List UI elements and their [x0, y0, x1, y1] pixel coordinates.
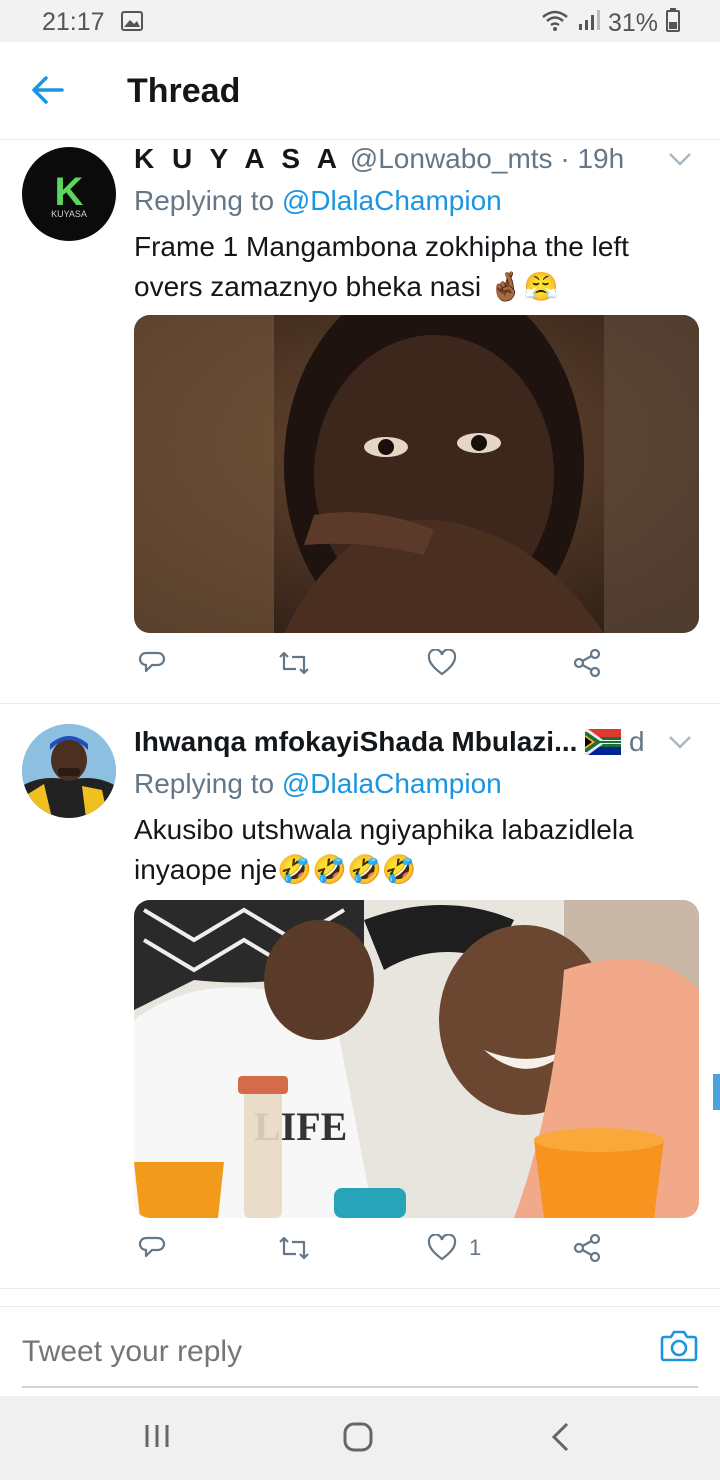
- app-bar: Thread: [0, 42, 720, 140]
- south-africa-flag-icon: [585, 729, 622, 762]
- tweet[interactable]: Ihwanqa mfokayiShada Mbulazi... d Replyi…: [0, 704, 720, 1288]
- reply-button[interactable]: [138, 649, 166, 677]
- gallery-notification-icon: [121, 11, 143, 36]
- wifi-icon: [540, 8, 570, 39]
- tweet-photo[interactable]: [134, 315, 699, 633]
- avatar[interactable]: K KUYASA: [22, 147, 116, 241]
- recent-apps-icon[interactable]: [143, 1422, 171, 1455]
- tweet-divider: [0, 1288, 720, 1289]
- mention-link[interactable]: @DlalaChampion: [282, 185, 502, 216]
- status-bar: 21:17 31%: [0, 0, 720, 42]
- tweet-text-line: overs zamaznyo bheka nasi: [134, 271, 482, 302]
- scrollbar-thumb[interactable]: [713, 1074, 720, 1110]
- avatar-logo-letter: K: [55, 170, 84, 214]
- battery-icon: [666, 8, 680, 39]
- separator-dot: ·: [560, 143, 570, 174]
- heart-icon: [427, 1234, 457, 1261]
- display-name[interactable]: K U Y A S A: [134, 143, 342, 174]
- back-nav-icon[interactable]: [549, 1422, 571, 1457]
- tweet-photo[interactable]: LIFE: [134, 900, 699, 1218]
- replying-to: Replying to @DlalaChampion: [134, 185, 502, 217]
- chevron-down-icon[interactable]: [668, 734, 692, 755]
- tweet-header: K U Y A S A @Lonwabo_mts · 19h: [134, 143, 656, 175]
- status-time: 21:17: [42, 8, 105, 36]
- tweet-age: 19h: [577, 143, 625, 174]
- reply-input[interactable]: [22, 1335, 582, 1369]
- like-button[interactable]: [427, 649, 469, 677]
- mention-link[interactable]: @DlalaChampion: [282, 768, 502, 799]
- camera-icon[interactable]: [660, 1329, 698, 1368]
- avatar[interactable]: [22, 724, 116, 818]
- reply-icon: [138, 651, 166, 673]
- retweet-button[interactable]: [278, 1234, 310, 1262]
- like-button[interactable]: 1: [427, 1234, 481, 1262]
- system-nav-bar: [0, 1396, 720, 1480]
- tweet-text-line: Akusibo utshwala ngiyaphika labazidlela: [134, 814, 634, 845]
- replying-prefix: Replying to: [134, 185, 275, 216]
- reply-input-underline: [22, 1386, 698, 1388]
- retweet-button[interactable]: [278, 649, 310, 677]
- tweet-age: d: [628, 726, 645, 757]
- like-count: 1: [469, 1235, 482, 1260]
- tweet-header: Ihwanqa mfokayiShada Mbulazi... d: [134, 726, 656, 762]
- reply-button[interactable]: [138, 1234, 166, 1262]
- replying-to: Replying to @DlalaChampion: [134, 768, 502, 800]
- signal-icon: [578, 8, 600, 39]
- chevron-down-icon[interactable]: [668, 151, 692, 172]
- tweet-actions: [134, 649, 699, 689]
- reply-icon: [138, 1236, 166, 1258]
- share-button[interactable]: [572, 649, 602, 677]
- tweet-text-line: inyaope nje: [134, 854, 278, 885]
- share-icon: [573, 1234, 601, 1262]
- status-right: 31%: [540, 8, 680, 39]
- replying-prefix: Replying to: [134, 768, 275, 799]
- handle[interactable]: @Lonwabo_mts: [350, 143, 553, 174]
- avatar-logo-caption: KUYASA: [51, 209, 87, 219]
- retweet-icon: [279, 1236, 309, 1260]
- back-arrow-icon[interactable]: [30, 74, 66, 111]
- tweet-actions: 1: [134, 1234, 699, 1274]
- share-button[interactable]: [572, 1234, 602, 1262]
- page-title: Thread: [127, 72, 241, 110]
- tweet-emojis: 🤣🤣🤣🤣: [277, 854, 417, 885]
- tweet-emojis: 🤞🏾😤: [488, 271, 559, 302]
- heart-icon: [427, 649, 457, 676]
- tweet-text-line: Frame 1 Mangambona zokhipha the left: [134, 231, 629, 262]
- tweet-text: Frame 1 Mangambona zokhipha the left ove…: [134, 227, 694, 307]
- battery-percent: 31%: [607, 9, 658, 37]
- tweet-text: Akusibo utshwala ngiyaphika labazidlela …: [134, 810, 694, 890]
- home-icon[interactable]: [343, 1422, 373, 1457]
- display-name[interactable]: Ihwanqa mfokayiShada Mbulazi...: [134, 726, 577, 757]
- tweet[interactable]: K KUYASA K U Y A S A @Lonwabo_mts · 19h …: [0, 141, 720, 703]
- retweet-icon: [279, 651, 309, 675]
- reply-bar: [0, 1306, 720, 1396]
- share-icon: [573, 649, 601, 677]
